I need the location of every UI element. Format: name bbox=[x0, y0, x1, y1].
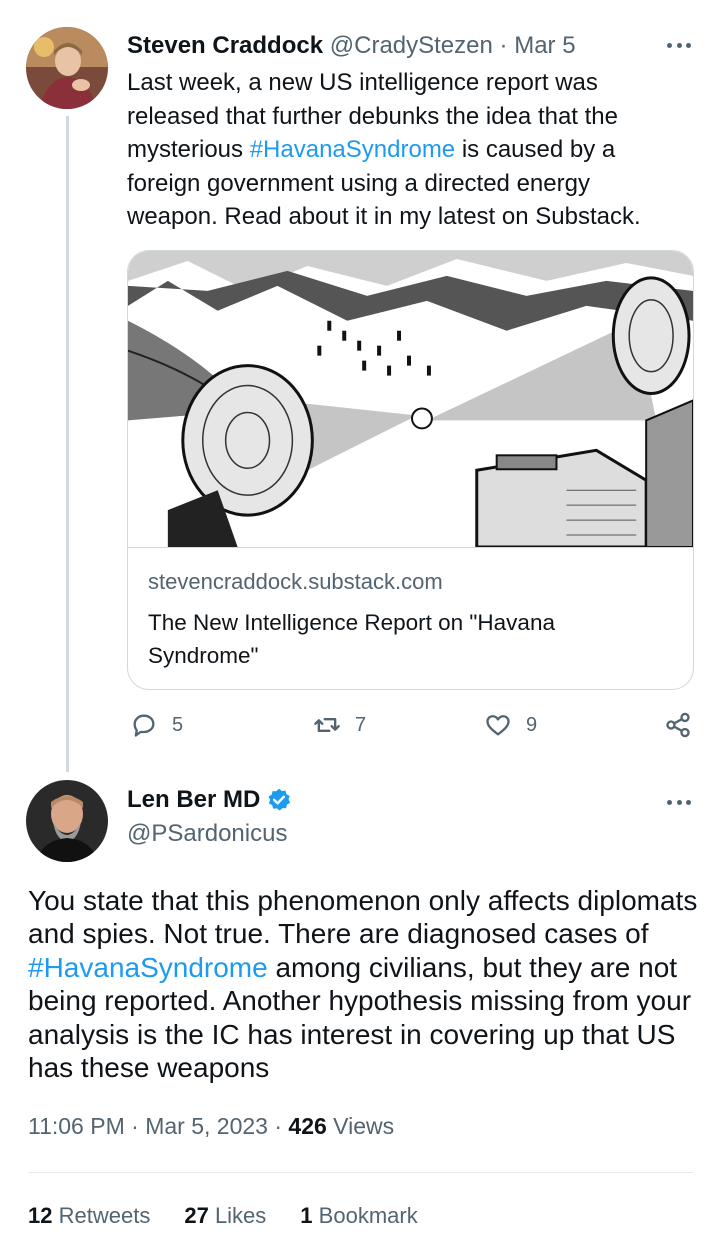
retweets-stat[interactable]: 12 Retweets bbox=[28, 1203, 150, 1229]
card-title: The New Intelligence Report on "Havana S… bbox=[148, 610, 555, 668]
tweet-time[interactable]: 11:06 PM bbox=[28, 1113, 125, 1139]
hashtag-link[interactable]: #HavanaSyndrome bbox=[250, 136, 455, 163]
reply-count: 5 bbox=[172, 713, 184, 736]
engagement-stats: 12 Retweets 27 Likes 1 Bookmark bbox=[28, 1203, 452, 1229]
avatar-len-ber[interactable] bbox=[26, 780, 108, 862]
views-count: 426 bbox=[288, 1113, 327, 1139]
reply-icon bbox=[133, 714, 155, 737]
likes-stat[interactable]: 27 Likes bbox=[184, 1203, 266, 1229]
thread-line bbox=[66, 116, 69, 772]
like-button[interactable]: 9 bbox=[484, 711, 537, 739]
views-label: Views bbox=[333, 1113, 395, 1139]
separator: · bbox=[131, 1113, 139, 1139]
link-preview-card[interactable]: stevencraddock.substack.com The New Inte… bbox=[127, 250, 694, 690]
tweet-1-header: Steven Craddock @CradyStezen · Mar 5 bbox=[127, 30, 576, 62]
bookmarks-stat[interactable]: 1 Bookmark bbox=[300, 1203, 417, 1229]
card-image[interactable] bbox=[128, 251, 693, 548]
retweets-label: Retweets bbox=[58, 1203, 151, 1228]
hashtag-link[interactable]: #HavanaSyndrome bbox=[28, 952, 268, 983]
author-handle-2[interactable]: @PSardonicus bbox=[127, 820, 287, 848]
retweets-count: 12 bbox=[28, 1203, 53, 1228]
bookmarks-label: Bookmark bbox=[318, 1203, 418, 1228]
tweet-full-date[interactable]: Mar 5, 2023 bbox=[145, 1113, 268, 1139]
separator: · bbox=[274, 1113, 283, 1139]
retweet-count: 7 bbox=[355, 713, 367, 736]
tweet-date[interactable]: Mar 5 bbox=[514, 32, 575, 59]
reply-button[interactable]: 5 bbox=[130, 711, 183, 739]
retweet-button[interactable]: 7 bbox=[313, 711, 366, 739]
tweet-text-part: You state that this phenomenon only affe… bbox=[28, 885, 698, 950]
bookmarks-count: 1 bbox=[300, 1203, 313, 1228]
tweet-2-text: You state that this phenomenon only affe… bbox=[28, 884, 698, 1084]
retweet-icon bbox=[314, 718, 340, 732]
author-name[interactable]: Steven Craddock bbox=[127, 32, 323, 59]
like-icon bbox=[486, 715, 510, 736]
more-icon[interactable] bbox=[664, 792, 694, 812]
author-handle[interactable]: @CradyStezen bbox=[330, 32, 493, 59]
divider bbox=[28, 1172, 693, 1173]
share-button[interactable] bbox=[664, 711, 692, 739]
author-name-2[interactable]: Len Ber MD bbox=[127, 786, 292, 814]
like-count: 9 bbox=[526, 713, 538, 736]
tweet-timestamp: 11:06 PM · Mar 5, 2023 · 426 Views bbox=[28, 1113, 394, 1140]
likes-label: Likes bbox=[214, 1203, 267, 1228]
tweet-1-text: Last week, a new US intelligence report … bbox=[127, 66, 687, 234]
avatar-steven-craddock[interactable] bbox=[26, 27, 108, 109]
card-domain: stevencraddock.substack.com bbox=[148, 569, 443, 594]
author-name[interactable]: Len Ber MD bbox=[127, 786, 260, 814]
separator: · bbox=[499, 32, 508, 59]
verified-icon bbox=[268, 788, 291, 811]
likes-count: 27 bbox=[184, 1203, 209, 1228]
more-icon[interactable] bbox=[664, 35, 694, 55]
share-icon bbox=[666, 712, 690, 738]
